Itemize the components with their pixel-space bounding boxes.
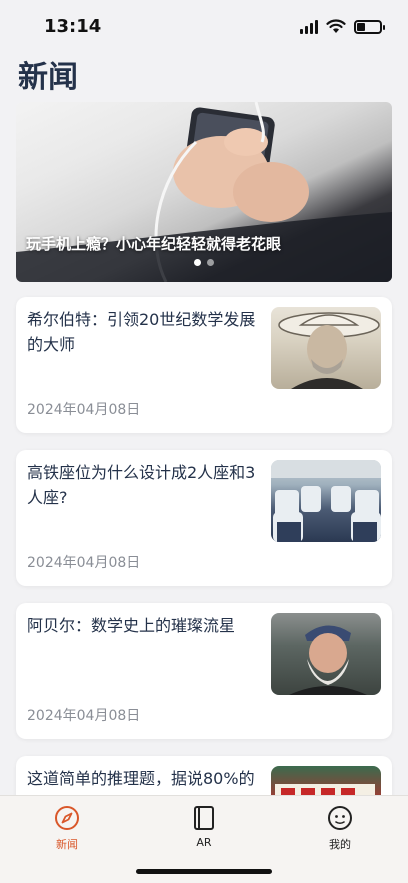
hero-caption: 玩手机上瘾？小心年纪轻轻就得老花眼 (26, 235, 282, 253)
wifi-icon (326, 19, 346, 33)
article-card[interactable]: 希尔伯特：引领20世纪数学发展的大师 2024年04月08日 (16, 297, 392, 433)
book-icon (194, 806, 214, 830)
train-seats-photo-icon (271, 460, 381, 542)
article-date: 2024年04月08日 (27, 708, 141, 724)
article-title: 阿贝尔：数学史上的璀璨流星 (27, 616, 236, 635)
article-thumbnail (271, 307, 381, 389)
article-date: 2024年04月08日 (27, 402, 141, 418)
tab-bar: 新闻 AR 我的 (0, 795, 408, 883)
page-title: 新闻 (18, 60, 78, 95)
tab-label: AR (196, 836, 212, 849)
hero-banner[interactable]: 玩手机上瘾？小心年纪轻轻就得老花眼 (16, 102, 392, 282)
face-icon (328, 806, 352, 830)
battery-level (357, 22, 365, 31)
hero-dot[interactable] (194, 259, 201, 266)
tab-news[interactable]: 新闻 (27, 804, 107, 852)
tab-label: 我的 (329, 838, 351, 851)
portrait-photo-icon (289, 625, 367, 695)
status-icons (300, 19, 385, 34)
portrait-photo-icon (278, 312, 380, 389)
home-indicator[interactable] (136, 869, 272, 874)
status-time: 13:14 (44, 16, 102, 37)
article-date: 2024年04月08日 (27, 555, 141, 571)
cellular-signal-icon (300, 19, 318, 34)
article-thumbnail (271, 460, 381, 542)
article-thumbnail (271, 613, 381, 695)
hero-image (16, 102, 392, 282)
hero-dot[interactable] (207, 259, 214, 266)
article-title: 希尔伯特：引领20世纪数学发展的大师 (27, 310, 256, 354)
battery-icon (354, 19, 385, 34)
status-bar: 13:14 (0, 0, 408, 54)
compass-icon (55, 806, 79, 830)
tab-profile[interactable]: 我的 (300, 804, 380, 852)
article-card[interactable]: 阿贝尔：数学史上的璀璨流星 2024年04月08日 (16, 603, 392, 739)
article-card[interactable]: 高铁座位为什么设计成2人座和3人座? 2024年04月08日 (16, 450, 392, 586)
tab-ar[interactable]: AR (164, 804, 244, 849)
hero-pagination (16, 259, 392, 266)
article-title: 高铁座位为什么设计成2人座和3人座? (27, 463, 256, 507)
tab-label: 新闻 (56, 838, 78, 851)
